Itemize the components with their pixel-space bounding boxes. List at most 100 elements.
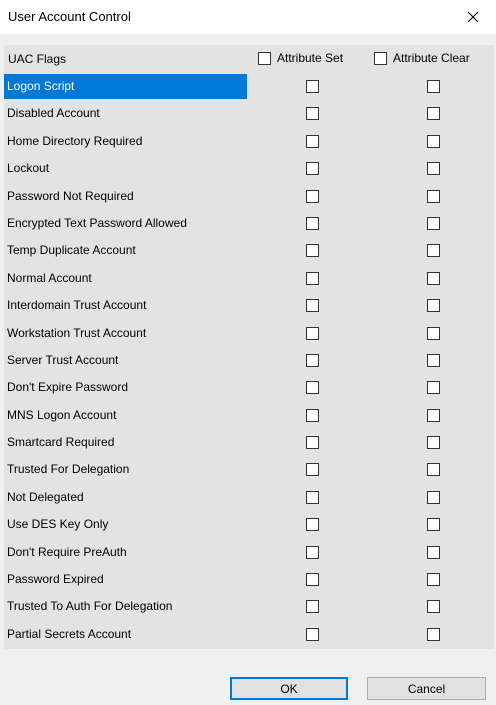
- attribute-set-header[interactable]: Attribute Set: [258, 51, 343, 65]
- flag-label[interactable]: Temp Duplicate Account: [4, 238, 247, 263]
- attribute-clear-checkbox[interactable]: [427, 216, 440, 230]
- flag-label[interactable]: Server Trust Account: [4, 348, 247, 373]
- attribute-set-checkbox[interactable]: [306, 436, 319, 450]
- grid-header: UAC Flags Attribute Set Attribute Clear: [4, 45, 494, 73]
- attribute-set-checkbox[interactable]: [306, 381, 319, 395]
- flag-label[interactable]: Logon Script: [4, 74, 247, 99]
- flag-label[interactable]: Not Delegated: [4, 485, 247, 510]
- flag-row: Use DES Key Only: [4, 511, 494, 538]
- attribute-set-checkbox[interactable]: [306, 463, 319, 477]
- attribute-clear-checkbox[interactable]: [427, 107, 440, 121]
- attribute-set-checkbox[interactable]: [306, 600, 319, 614]
- attribute-set-checkbox[interactable]: [306, 353, 319, 367]
- attribute-set-checkbox[interactable]: [306, 518, 319, 532]
- attribute-set-checkbox[interactable]: [306, 627, 319, 641]
- attribute-clear-checkbox[interactable]: [427, 162, 440, 176]
- flag-row: Workstation Trust Account: [4, 320, 494, 347]
- attribute-clear-checkbox[interactable]: [427, 271, 440, 285]
- flag-label[interactable]: Don't Require PreAuth: [4, 540, 247, 565]
- flag-label[interactable]: Workstation Trust Account: [4, 321, 247, 346]
- attribute-clear-checkbox[interactable]: [427, 408, 440, 422]
- flag-row: Don't Expire Password: [4, 374, 494, 401]
- flag-row: MNS Logon Account: [4, 402, 494, 429]
- flag-row: Home Directory Required: [4, 128, 494, 155]
- close-button[interactable]: [450, 0, 496, 34]
- attribute-clear-checkbox[interactable]: [427, 436, 440, 450]
- flag-label[interactable]: Home Directory Required: [4, 129, 247, 154]
- attribute-set-checkbox[interactable]: [306, 271, 319, 285]
- attribute-set-label: Attribute Set: [277, 51, 344, 65]
- attribute-clear-checkbox[interactable]: [427, 600, 440, 614]
- attribute-clear-checkbox[interactable]: [427, 244, 440, 258]
- flag-label[interactable]: Password Not Required: [4, 184, 247, 209]
- flag-row: Password Not Required: [4, 183, 494, 210]
- attribute-clear-checkbox[interactable]: [427, 518, 440, 532]
- attribute-clear-checkbox[interactable]: [427, 545, 440, 559]
- attribute-set-checkbox[interactable]: [306, 326, 319, 340]
- flag-label[interactable]: MNS Logon Account: [4, 403, 247, 428]
- flag-row: Partial Secrets Account: [4, 621, 494, 648]
- attribute-clear-checkbox[interactable]: [427, 299, 440, 313]
- flag-row: Encrypted Text Password Allowed: [4, 210, 494, 237]
- flag-label[interactable]: Trusted For Delegation: [4, 457, 247, 482]
- attribute-clear-header[interactable]: Attribute Clear: [374, 51, 470, 65]
- attribute-clear-all-checkbox[interactable]: [374, 51, 387, 65]
- attribute-set-checkbox[interactable]: [306, 573, 319, 587]
- attribute-clear-checkbox[interactable]: [427, 189, 440, 203]
- close-icon: [467, 11, 479, 23]
- flag-label[interactable]: Smartcard Required: [4, 430, 247, 455]
- flag-row: Don't Require PreAuth: [4, 539, 494, 566]
- attribute-clear-checkbox[interactable]: [427, 490, 440, 504]
- flag-row: Password Expired: [4, 566, 494, 593]
- attribute-clear-checkbox[interactable]: [427, 80, 440, 93]
- attribute-clear-checkbox[interactable]: [427, 381, 440, 395]
- attribute-set-all-checkbox[interactable]: [258, 51, 271, 65]
- flag-label[interactable]: Interdomain Trust Account: [4, 293, 247, 318]
- attribute-set-checkbox[interactable]: [306, 189, 319, 203]
- flag-row: Disabled Account: [4, 100, 494, 127]
- uac-flags-grid: UAC Flags Attribute Set Attribute Clear …: [4, 45, 494, 649]
- flag-row: Interdomain Trust Account: [4, 292, 494, 319]
- attribute-clear-checkbox[interactable]: [427, 134, 440, 148]
- attribute-clear-checkbox[interactable]: [427, 463, 440, 477]
- flag-row: Lockout: [4, 155, 494, 182]
- uac-flags-header: UAC Flags: [8, 52, 67, 66]
- attribute-set-checkbox[interactable]: [306, 408, 319, 422]
- flag-label[interactable]: Lockout: [4, 156, 247, 181]
- flag-row: Not Delegated: [4, 484, 494, 511]
- flag-row: Smartcard Required: [4, 429, 494, 456]
- user-account-control-dialog: User Account Control UAC Flags Attribute…: [0, 0, 496, 705]
- cancel-button[interactable]: Cancel: [367, 677, 486, 700]
- attribute-clear-checkbox[interactable]: [427, 573, 440, 587]
- flag-row: Temp Duplicate Account: [4, 237, 494, 264]
- attribute-set-checkbox[interactable]: [306, 134, 319, 148]
- flag-label[interactable]: Trusted To Auth For Delegation: [4, 594, 247, 619]
- flag-row: Normal Account: [4, 265, 494, 292]
- attribute-set-checkbox[interactable]: [306, 162, 319, 176]
- attribute-set-checkbox[interactable]: [306, 244, 319, 258]
- flag-label[interactable]: Normal Account: [4, 266, 247, 291]
- ok-button[interactable]: OK: [230, 677, 348, 700]
- attribute-set-checkbox[interactable]: [306, 107, 319, 121]
- flag-label[interactable]: Password Expired: [4, 567, 247, 592]
- attribute-set-checkbox[interactable]: [306, 490, 319, 504]
- flag-label[interactable]: Use DES Key Only: [4, 512, 247, 537]
- flag-label[interactable]: Disabled Account: [4, 101, 247, 126]
- attribute-set-checkbox[interactable]: [306, 545, 319, 559]
- flag-row: Trusted For Delegation: [4, 456, 494, 483]
- window-title: User Account Control: [8, 9, 131, 24]
- flag-row: Trusted To Auth For Delegation: [4, 593, 494, 620]
- attribute-clear-checkbox[interactable]: [427, 326, 440, 340]
- attribute-clear-label: Attribute Clear: [393, 51, 470, 65]
- flag-label[interactable]: Don't Expire Password: [4, 375, 247, 400]
- attribute-clear-checkbox[interactable]: [427, 353, 440, 367]
- attribute-set-checkbox[interactable]: [306, 216, 319, 230]
- attribute-clear-checkbox[interactable]: [427, 627, 440, 641]
- flag-rows: Logon Script Disabled Account Home Directo…: [4, 73, 494, 648]
- attribute-set-checkbox[interactable]: [306, 299, 319, 313]
- attribute-set-checkbox[interactable]: [306, 80, 319, 93]
- flag-row: Logon Script: [4, 73, 494, 100]
- flag-label[interactable]: Encrypted Text Password Allowed: [4, 211, 247, 236]
- flag-row: Server Trust Account: [4, 347, 494, 374]
- flag-label[interactable]: Partial Secrets Account: [4, 622, 247, 647]
